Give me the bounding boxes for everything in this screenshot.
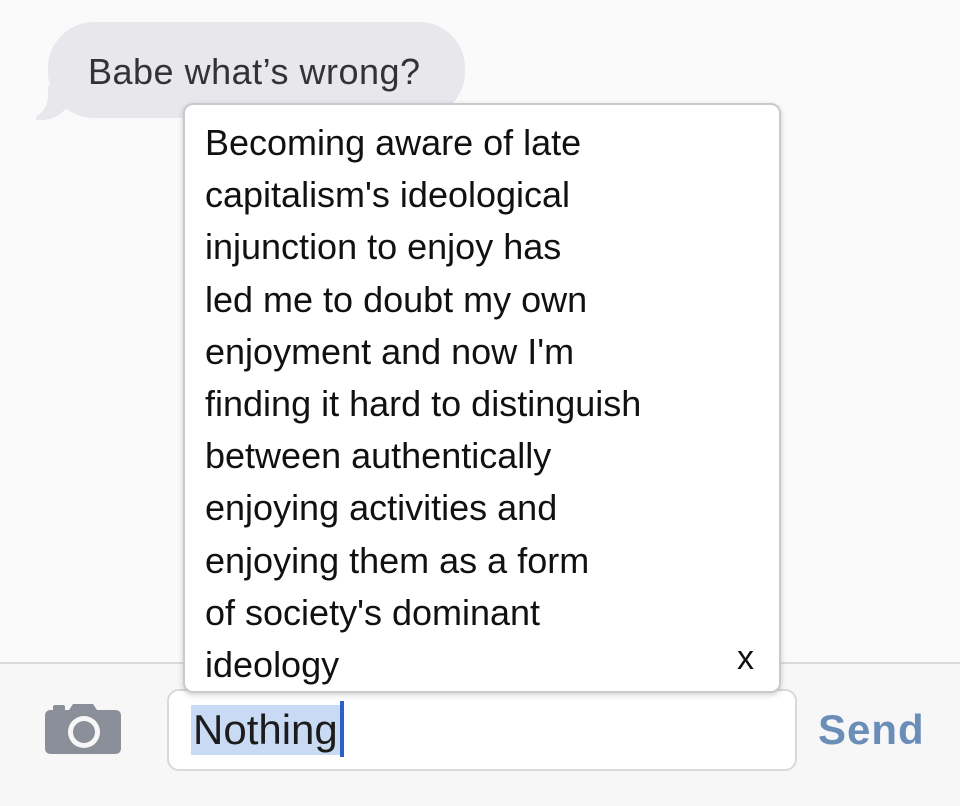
dismiss-suggestion-button[interactable]: x <box>737 641 754 675</box>
autocorrect-suggestion-popup[interactable]: Becoming aware of late capitalism's ideo… <box>183 103 781 693</box>
text-caret <box>340 701 344 757</box>
autocorrect-suggestion-text: Becoming aware of late capitalism's ideo… <box>205 122 642 686</box>
message-input-value: Nothing <box>191 705 340 755</box>
incoming-message-text: Babe what’s wrong? <box>88 51 421 92</box>
camera-icon <box>45 704 121 754</box>
message-input[interactable]: Nothing <box>167 689 797 771</box>
camera-button[interactable] <box>45 702 121 754</box>
send-button[interactable]: Send <box>818 706 925 754</box>
